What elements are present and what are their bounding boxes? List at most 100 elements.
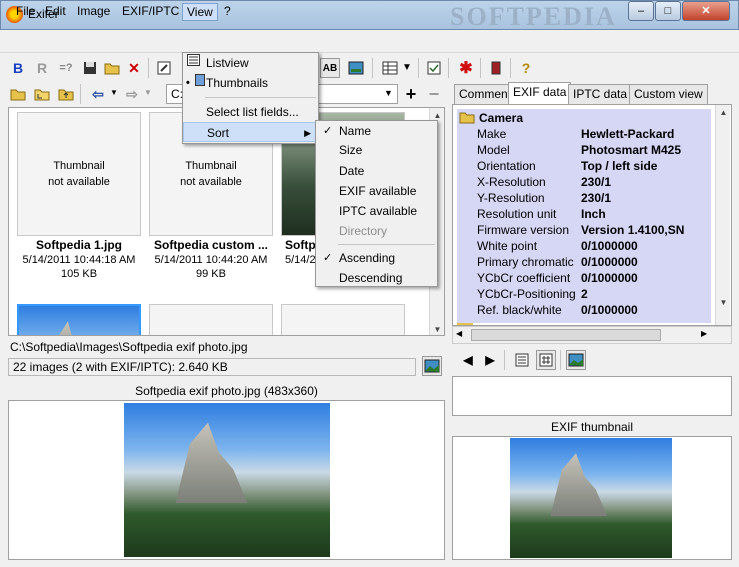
- menu-item-sort[interactable]: Sort ▶: [183, 122, 318, 142]
- sort-by-size[interactable]: Size: [316, 140, 437, 160]
- exif-panel[interactable]: Camera Make Hewlett-Packard Model Photosmar…: [452, 104, 732, 326]
- exif-row[interactable]: Make Hewlett-Packard: [453, 127, 711, 143]
- exif-key: Firmware version: [477, 223, 570, 237]
- exif-scroll-down-icon[interactable]: ▼: [716, 295, 731, 310]
- list-icon[interactable]: [512, 350, 532, 370]
- exif-key: Make: [477, 127, 507, 141]
- hscroll-thumb[interactable]: [471, 329, 661, 341]
- comment-box[interactable]: [452, 376, 732, 416]
- edit-icon[interactable]: [154, 58, 174, 78]
- sort-by-iptc[interactable]: IPTC available: [316, 201, 437, 221]
- menu-item-listview[interactable]: Listview: [183, 53, 318, 73]
- sort-ascending[interactable]: ✓ Ascending: [316, 248, 437, 268]
- remove-button[interactable]: −: [424, 84, 444, 104]
- menu-item-thumbnails[interactable]: • Thumbnails: [183, 73, 318, 93]
- menu-view[interactable]: View: [182, 3, 218, 21]
- back-arrow-icon[interactable]: ⇦: [88, 84, 108, 104]
- grid-view-icon[interactable]: [380, 58, 400, 78]
- menu-exif-iptc[interactable]: EXIF/IPTC: [118, 3, 183, 21]
- sort-submenu: ✓ Name Size Date EXIF available IPTC avai…: [315, 120, 438, 287]
- preview-caption: Softpedia exif photo.jpg (483x360): [135, 384, 318, 398]
- sort-by-exif[interactable]: EXIF available: [316, 181, 437, 201]
- image-icon[interactable]: [346, 58, 366, 78]
- exif-rows: Make Hewlett-Packard Model Photosmart M425 O…: [453, 127, 711, 319]
- tab-custom-view[interactable]: Custom view: [629, 84, 708, 104]
- preview-image-icon[interactable]: [422, 356, 442, 376]
- ab-button[interactable]: AB: [320, 58, 340, 78]
- exif-key: Model: [477, 143, 510, 157]
- exif-row[interactable]: YCbCr coefficient 0/1000000: [453, 271, 711, 287]
- menu-edit[interactable]: Edit: [41, 3, 70, 21]
- hscroll-left-icon[interactable]: ◀: [456, 329, 462, 338]
- menu-image[interactable]: Image: [73, 3, 114, 21]
- next-arrow-icon[interactable]: ▶: [480, 350, 500, 370]
- thumbnail-5[interactable]: [149, 304, 273, 335]
- hscroll-right-icon[interactable]: ▶: [701, 329, 707, 338]
- folder-tree-icon[interactable]: [32, 84, 52, 104]
- exif-row[interactable]: X-Resolution 230/1: [453, 175, 711, 191]
- compare-button[interactable]: =?: [56, 58, 76, 78]
- exif-value: 0/1000000: [581, 239, 638, 253]
- add-button[interactable]: +: [401, 84, 421, 104]
- menu-item-select-list-fields[interactable]: Select list fields...: [183, 102, 318, 122]
- exif-row[interactable]: Ref. black/white 0/1000000: [453, 303, 711, 319]
- menu-help[interactable]: ?: [220, 3, 235, 21]
- splat-icon[interactable]: ✱: [456, 58, 476, 78]
- tab-strip: Comment EXIF data IPTC data Custom view: [452, 82, 732, 104]
- back-dropdown-icon[interactable]: ▼: [110, 88, 118, 97]
- exif-vscrollbar[interactable]: ▲ ▼: [715, 105, 731, 325]
- close-button[interactable]: ✕: [682, 1, 730, 21]
- bold-b-button[interactable]: B: [8, 58, 28, 78]
- exif-key: YCbCr coefficient: [477, 271, 571, 285]
- exif-key: X-Resolution: [477, 175, 546, 189]
- tab-iptc-data[interactable]: IPTC data: [568, 84, 633, 104]
- exif-group-camera[interactable]: Camera: [459, 111, 523, 127]
- exif-thumbnail-image: [510, 438, 672, 558]
- exif-scroll-up-icon[interactable]: ▲: [716, 105, 731, 120]
- chevron-down-icon[interactable]: ▼: [402, 62, 412, 73]
- exif-row[interactable]: Model Photosmart M425: [453, 143, 711, 159]
- exif-key: Orientation: [477, 159, 536, 173]
- hash-icon[interactable]: [536, 350, 556, 370]
- forward-dropdown-icon[interactable]: ▼: [144, 88, 152, 97]
- book-icon[interactable]: [486, 58, 506, 78]
- thumbnail-1[interactable]: Thumbnail not available: [17, 112, 141, 236]
- thumbnail-image-icon[interactable]: [566, 350, 586, 370]
- exif-row[interactable]: White point 0/1000000: [453, 239, 711, 255]
- save-icon[interactable]: [80, 58, 100, 78]
- exif-hscrollbar[interactable]: ◀ ▶: [452, 326, 732, 344]
- thumbnail-selected[interactable]: [17, 304, 141, 335]
- folder-open-icon[interactable]: [8, 84, 28, 104]
- open-folder-icon[interactable]: [102, 58, 122, 78]
- folder-up-icon[interactable]: [56, 84, 76, 104]
- menu-file[interactable]: File: [12, 3, 39, 21]
- forward-arrow-icon[interactable]: ⇨: [122, 84, 142, 104]
- checklist-icon[interactable]: [424, 58, 444, 78]
- status-bar: 22 images (2 with EXIF/IPTC): 2.640 KB: [8, 358, 416, 376]
- sort-by-date[interactable]: Date: [316, 161, 437, 181]
- exif-row[interactable]: Orientation Top / left side: [453, 159, 711, 175]
- sort-by-name[interactable]: ✓ Name: [316, 121, 437, 141]
- path-dropdown-icon[interactable]: ▼: [384, 88, 393, 98]
- help-icon[interactable]: ?: [516, 58, 536, 78]
- exif-key: YCbCr-Positioning: [477, 287, 576, 301]
- exif-value: Version 1.4100,SN: [581, 223, 685, 237]
- exif-row[interactable]: YCbCr-Positioning 2: [453, 287, 711, 303]
- tab-exif-data[interactable]: EXIF data: [508, 82, 572, 104]
- delete-icon[interactable]: ✕: [124, 58, 144, 78]
- exif-value: Hewlett-Packard: [581, 127, 675, 141]
- thumbnail-6[interactable]: [281, 304, 405, 335]
- sort-descending[interactable]: Descending: [316, 268, 437, 288]
- prev-arrow-icon[interactable]: ◀: [458, 350, 478, 370]
- maximize-button[interactable]: □: [655, 1, 681, 21]
- exif-row[interactable]: Y-Resolution 230/1: [453, 191, 711, 207]
- exif-row[interactable]: Resolution unit Inch: [453, 207, 711, 223]
- exif-row[interactable]: Primary chromatic 0/1000000: [453, 255, 711, 271]
- scroll-down-icon[interactable]: ▼: [430, 322, 444, 335]
- exif-row[interactable]: Firmware version Version 1.4100,SN: [453, 223, 711, 239]
- tab-comment[interactable]: Comment: [454, 84, 517, 104]
- minimize-button[interactable]: –: [628, 1, 654, 21]
- r-button[interactable]: R: [32, 58, 52, 78]
- preview-image: [124, 403, 330, 557]
- exif-key: White point: [477, 239, 538, 253]
